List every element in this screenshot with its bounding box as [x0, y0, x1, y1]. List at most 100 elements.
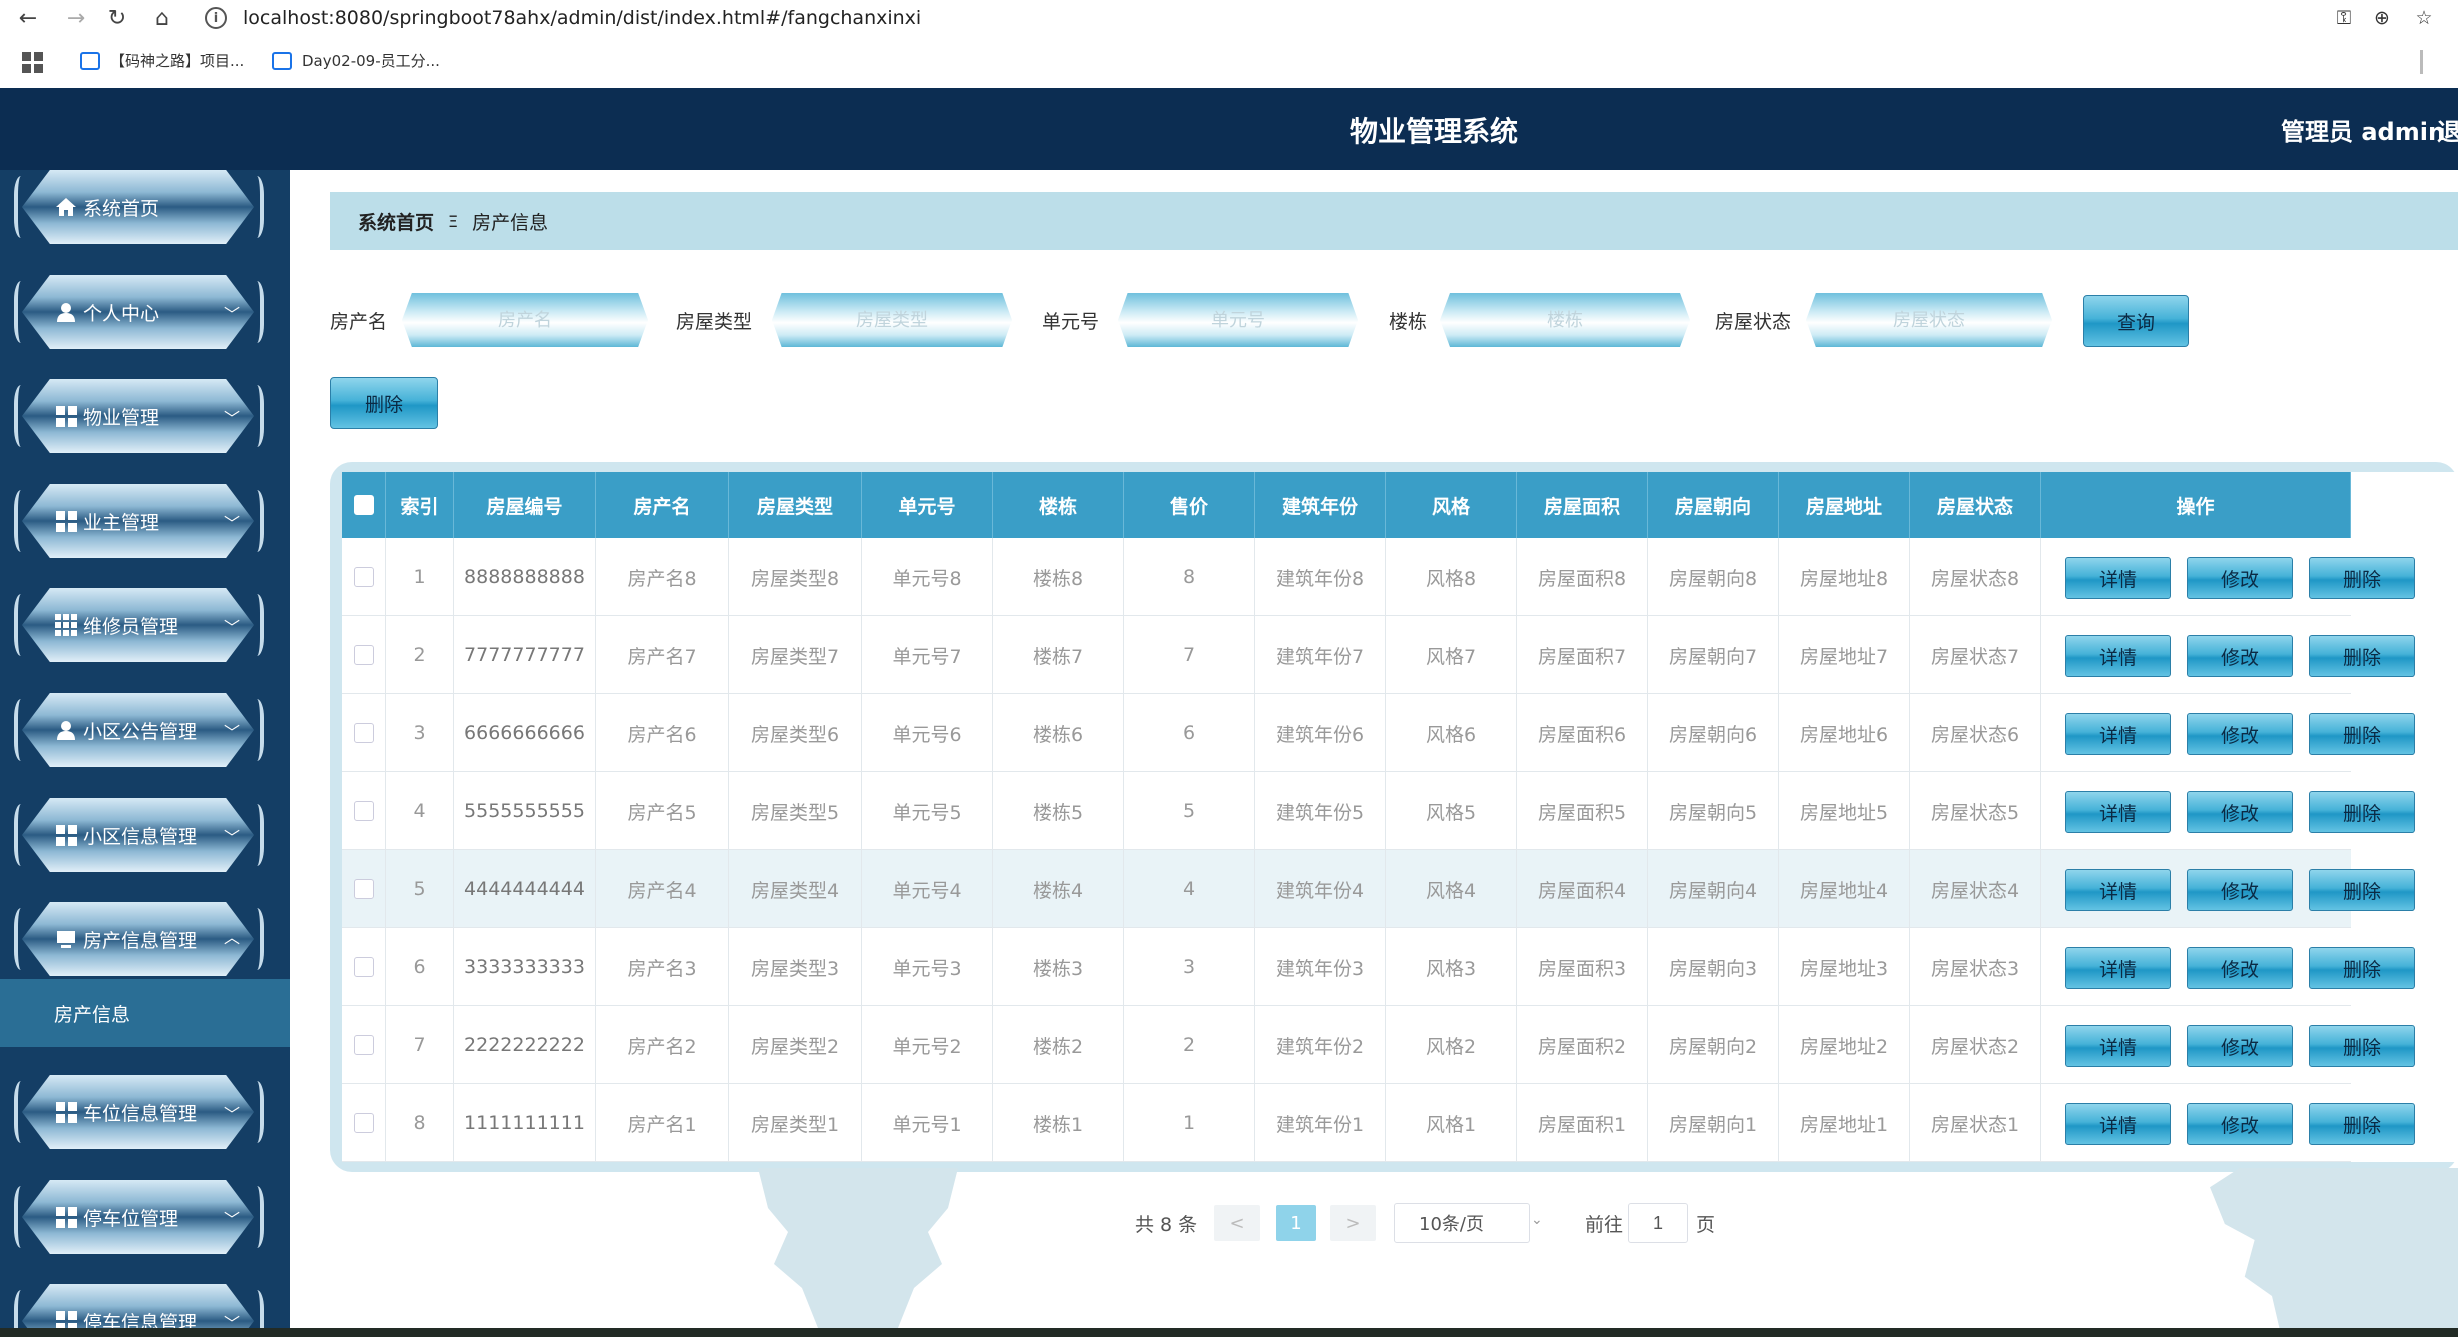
edit-button[interactable]: 修改 — [2187, 947, 2293, 989]
back-icon[interactable]: ← — [14, 4, 42, 32]
edit-button[interactable]: 修改 — [2187, 557, 2293, 599]
reload-icon[interactable]: ↻ — [103, 4, 131, 32]
search-input-type[interactable] — [772, 293, 1012, 347]
edit-button[interactable]: 修改 — [2187, 791, 2293, 833]
column-header[interactable]: 建筑年份 — [1255, 472, 1386, 538]
row-checkbox[interactable] — [353, 1113, 374, 1133]
row-checkbox[interactable] — [353, 801, 374, 821]
row-checkbox[interactable] — [353, 957, 374, 977]
batch-delete-button[interactable]: 删除 — [330, 377, 438, 429]
column-header[interactable]: 操作 — [2041, 472, 2351, 538]
sidebar-subitem-property-info[interactable]: 房产信息 — [0, 979, 290, 1047]
forward-icon[interactable]: → — [62, 4, 90, 32]
bookmark-star-icon[interactable]: ☆ — [2410, 4, 2438, 32]
row-checkbox[interactable] — [353, 879, 374, 899]
delete-button[interactable]: 删除 — [2309, 1025, 2415, 1067]
edit-button[interactable]: 修改 — [2187, 1103, 2293, 1145]
page-size-select[interactable]: 10条/页 ⌄ — [1394, 1203, 1543, 1243]
column-header[interactable]: 房屋状态 — [1910, 472, 2041, 538]
search-input-building[interactable] — [1440, 293, 1690, 347]
pagination-prev-button[interactable]: < — [1214, 1205, 1260, 1241]
apps-icon[interactable] — [22, 52, 43, 73]
column-header[interactable]: 房屋类型 — [729, 472, 862, 538]
detail-button[interactable]: 详情 — [2065, 635, 2171, 677]
sidebar-item-personal-center[interactable]: 个人中心 ﹀ — [14, 275, 264, 349]
pagination-goto-input[interactable] — [1628, 1203, 1688, 1243]
column-header[interactable]: 售价 — [1124, 472, 1255, 538]
column-header[interactable]: 索引 — [386, 472, 454, 538]
edit-button[interactable]: 修改 — [2187, 869, 2293, 911]
page-size-value: 10条/页 — [1419, 1214, 1484, 1235]
row-checkbox[interactable] — [353, 567, 374, 587]
edit-button[interactable]: 修改 — [2187, 713, 2293, 755]
sidebar-item-parking-space[interactable]: 停车位管理 ﹀ — [14, 1180, 264, 1254]
column-header[interactable]: 单元号 — [862, 472, 993, 538]
search-input-name[interactable] — [402, 293, 648, 347]
sidebar-item-property-info[interactable]: 房产信息管理 ︿ — [14, 902, 264, 976]
pagination-next-button[interactable]: > — [1330, 1205, 1376, 1241]
delete-button[interactable]: 删除 — [2309, 869, 2415, 911]
query-button[interactable]: 查询 — [2083, 295, 2189, 347]
column-header[interactable]: 房屋面积 — [1517, 472, 1648, 538]
password-key-icon[interactable]: ⚿ — [2330, 4, 2358, 32]
delete-button[interactable]: 删除 — [2309, 635, 2415, 677]
detail-button[interactable]: 详情 — [2065, 869, 2171, 911]
bookmark-item[interactable]: Day02-09-员工分... — [272, 50, 440, 71]
column-header[interactable]: 风格 — [1386, 472, 1517, 538]
sidebar-item-parking-info[interactable]: 车位信息管理 ﹀ — [14, 1075, 264, 1149]
edit-button[interactable]: 修改 — [2187, 635, 2293, 677]
table-row[interactable]: 6 3333333333 房产名3 房屋类型3 单元号3 楼栋3 3 建筑年份3 风格3 房屋面积… — [342, 928, 2415, 1006]
table-row[interactable]: 7 2222222222 房产名2 房屋类型2 单元号2 楼栋2 2 建筑年份2 风格2 房屋面积… — [342, 1006, 2415, 1084]
row-checkbox[interactable] — [353, 723, 374, 743]
delete-button[interactable]: 删除 — [2309, 713, 2415, 755]
detail-button[interactable]: 详情 — [2065, 557, 2171, 599]
detail-button[interactable]: 详情 — [2065, 1103, 2171, 1145]
sidebar-item-notice-mgmt[interactable]: 小区公告管理 ﹀ — [14, 693, 264, 767]
pagination-page-1[interactable]: 1 — [1276, 1205, 1316, 1241]
breadcrumb-home-link[interactable]: 系统首页 — [358, 208, 434, 235]
site-info-icon[interactable]: i — [205, 7, 227, 29]
search-input-status[interactable] — [1806, 293, 2052, 347]
menu-edge-decoration — [250, 1081, 264, 1143]
row-checkbox-cell — [342, 1006, 386, 1084]
column-header[interactable]: 房屋朝向 — [1648, 472, 1779, 538]
grid-icon — [55, 1310, 77, 1330]
edit-button[interactable]: 修改 — [2187, 1025, 2293, 1067]
sidebar-item-repairer-mgmt[interactable]: 维修员管理 ﹀ — [14, 588, 264, 662]
delete-button[interactable]: 删除 — [2309, 557, 2415, 599]
delete-button[interactable]: 删除 — [2309, 1103, 2415, 1145]
sidebar-item-parking-record[interactable]: 停车信息管理 ﹀ — [14, 1284, 264, 1330]
bookmark-item[interactable]: 【码神之路】项目... — [80, 50, 244, 71]
sidebar-item-owner-mgmt[interactable]: 业主管理 ﹀ — [14, 484, 264, 558]
column-header[interactable]: 房产名 — [596, 472, 729, 538]
row-checkbox[interactable] — [353, 645, 374, 665]
table-cell: 单元号8 — [862, 538, 993, 616]
home-icon[interactable]: ⌂ — [148, 4, 176, 32]
table-row[interactable]: 2 7777777777 房产名7 房屋类型7 单元号7 楼栋7 7 建筑年份7 风格7 房屋面积… — [342, 616, 2415, 694]
sidebar-item-community-info[interactable]: 小区信息管理 ﹀ — [14, 798, 264, 872]
column-header[interactable]: 楼栋 — [993, 472, 1124, 538]
sidebar-item-property-mgmt[interactable]: 物业管理 ﹀ — [14, 379, 264, 453]
search-input-unit[interactable] — [1118, 293, 1358, 347]
table-row[interactable]: 3 6666666666 房产名6 房屋类型6 单元号6 楼栋6 6 建筑年份6 风格6 房屋面积… — [342, 694, 2415, 772]
delete-button[interactable]: 删除 — [2309, 791, 2415, 833]
column-header[interactable]: 房屋地址 — [1779, 472, 1910, 538]
address-bar[interactable]: i localhost:8080/springboot78ahx/admin/d… — [205, 0, 921, 36]
row-checkbox[interactable] — [353, 1035, 374, 1055]
sidebar-item-home[interactable]: 系统首页 — [14, 170, 264, 244]
delete-button[interactable]: 删除 — [2309, 947, 2415, 989]
table-cell: 房产名3 — [596, 928, 729, 1006]
table-cell: 房屋状态8 — [1910, 538, 2041, 616]
detail-button[interactable]: 详情 — [2065, 791, 2171, 833]
table-row[interactable]: 5 4444444444 房产名4 房屋类型4 单元号4 楼栋4 4 建筑年份4 风格4 房屋面积… — [342, 850, 2415, 928]
detail-button[interactable]: 详情 — [2065, 1025, 2171, 1067]
column-header[interactable]: 房屋编号 — [454, 472, 596, 538]
detail-button[interactable]: 详情 — [2065, 713, 2171, 755]
table-row[interactable]: 1 8888888888 房产名8 房屋类型8 单元号8 楼栋8 8 建筑年份8 风格8 房屋面积… — [342, 538, 2415, 616]
table-row[interactable]: 4 5555555555 房产名5 房屋类型5 单元号5 楼栋5 5 建筑年份5 风格5 房屋面积… — [342, 772, 2415, 850]
table-row[interactable]: 8 1111111111 房产名1 房屋类型1 单元号1 楼栋1 1 建筑年份1 风格1 房屋面积… — [342, 1084, 2415, 1162]
logout-link[interactable]: 退 — [2437, 112, 2458, 147]
detail-button[interactable]: 详情 — [2065, 947, 2171, 989]
select-all-checkbox[interactable] — [353, 495, 374, 515]
zoom-icon[interactable]: ⊕ — [2368, 4, 2396, 32]
